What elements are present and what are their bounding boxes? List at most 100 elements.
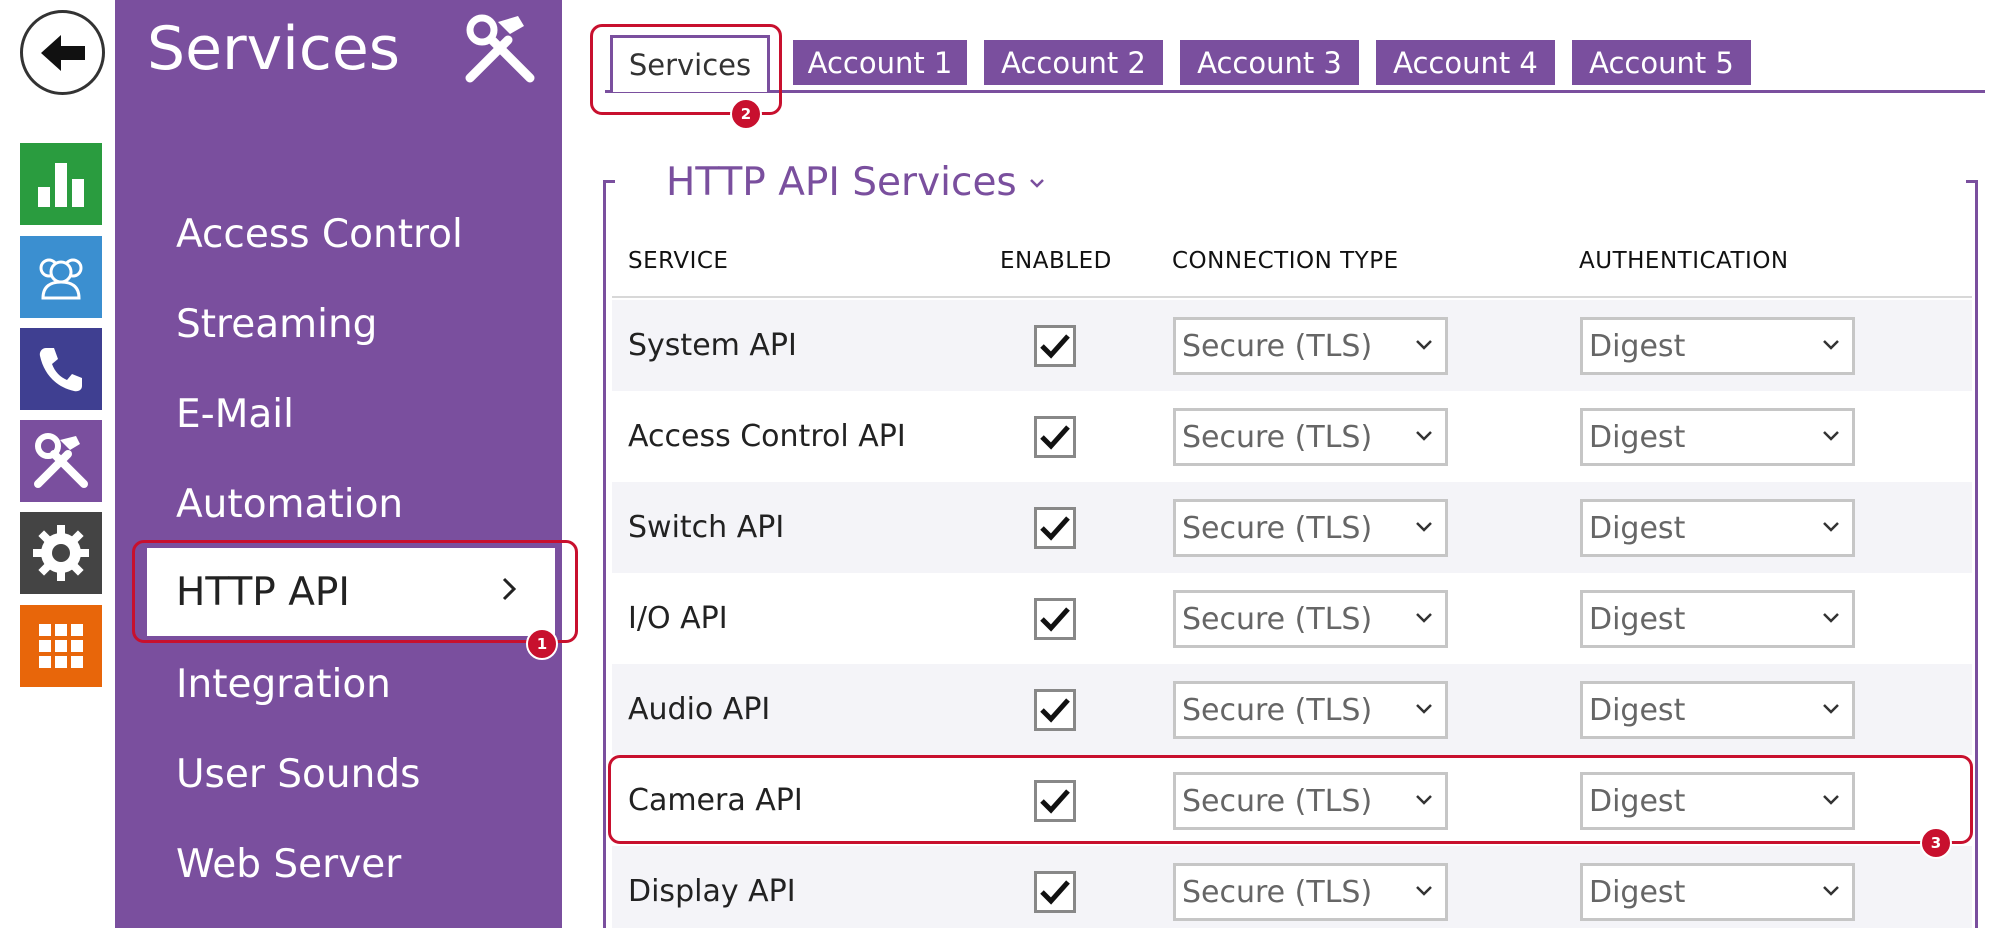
callout-highlight-1: [132, 540, 578, 643]
authentication-select[interactable]: Digest: [1580, 681, 1855, 739]
connection-type-select[interactable]: Secure (TLS): [1173, 681, 1448, 739]
checkmark-icon: [1040, 334, 1070, 359]
sidebar-item-label: E-Mail: [176, 391, 294, 437]
sidebar-title: Services: [147, 14, 401, 84]
sidebar-item-web-server[interactable]: Web Server: [115, 820, 562, 908]
select-value: Digest: [1589, 692, 1686, 728]
callout-badge-1: 1: [526, 628, 558, 660]
select-value: Digest: [1589, 601, 1686, 637]
chevron-down-icon: [1416, 431, 1432, 441]
back-button[interactable]: [20, 10, 105, 95]
checkmark-icon: [1040, 698, 1070, 723]
section-title-label: HTTP API Services: [666, 160, 1017, 205]
tab-account-5[interactable]: Account 5: [1572, 40, 1751, 85]
sidebar-item-label: Streaming: [176, 301, 378, 347]
table-header: SERVICE ENABLED CONNECTION TYPE AUTHENTI…: [612, 248, 1972, 298]
app-root: Services Access Control Streaming E-Mail…: [0, 0, 2000, 928]
table-row-audio-api: Audio API Secure (TLS) Digest: [612, 664, 1972, 755]
services-menu-button[interactable]: [20, 420, 102, 502]
enabled-checkbox[interactable]: [1034, 689, 1076, 731]
sidebar-item-streaming[interactable]: Streaming: [115, 280, 562, 368]
callout-highlight-3: [608, 755, 1973, 844]
checkmark-icon: [1040, 425, 1070, 450]
header-authentication: AUTHENTICATION: [1579, 248, 1789, 274]
connection-type-select[interactable]: Secure (TLS): [1173, 863, 1448, 921]
table-row-access-control-api: Access Control API Secure (TLS) Digest: [612, 391, 1972, 482]
authentication-select[interactable]: Digest: [1580, 408, 1855, 466]
back-arrow-icon: [40, 34, 85, 71]
panel-border-left: [603, 180, 606, 928]
select-value: Digest: [1589, 328, 1686, 364]
connection-type-select[interactable]: Secure (TLS): [1173, 408, 1448, 466]
header-connection-type: CONNECTION TYPE: [1172, 248, 1399, 274]
enabled-checkbox[interactable]: [1034, 325, 1076, 367]
service-name: I/O API: [628, 601, 728, 636]
apps-menu-button[interactable]: [20, 605, 102, 687]
connection-type-select[interactable]: Secure (TLS): [1173, 317, 1448, 375]
chevron-down-icon: [1823, 613, 1839, 623]
enabled-checkbox[interactable]: [1034, 507, 1076, 549]
chevron-down-icon: [1416, 704, 1432, 714]
service-name: Audio API: [628, 692, 771, 727]
authentication-select[interactable]: Digest: [1580, 317, 1855, 375]
sidebar-item-label: User Sounds: [176, 751, 421, 797]
grid-apps-icon: [39, 624, 83, 668]
tab-label: Account 5: [1589, 45, 1734, 80]
services-tools-icon: [34, 433, 88, 488]
authentication-select[interactable]: Digest: [1580, 863, 1855, 921]
directory-menu-button[interactable]: [20, 236, 102, 318]
authentication-select[interactable]: Digest: [1580, 499, 1855, 557]
tab-label: Account 3: [1197, 45, 1342, 80]
phone-menu-button[interactable]: [20, 328, 102, 410]
chevron-down-icon: [1416, 522, 1432, 532]
table-row-io-api: I/O API Secure (TLS) Digest: [612, 573, 1972, 664]
tabs-baseline: [605, 90, 1985, 93]
authentication-select[interactable]: Digest: [1580, 590, 1855, 648]
connection-type-select[interactable]: Secure (TLS): [1173, 590, 1448, 648]
chevron-down-icon: [1416, 340, 1432, 350]
settings-menu-button[interactable]: [20, 512, 102, 594]
phone-icon: [39, 348, 82, 392]
callout-badge-3: 3: [1920, 827, 1952, 859]
panel-corner-left: [603, 180, 615, 183]
service-name: Access Control API: [628, 419, 906, 454]
table-row-system-api: System API Secure (TLS) Digest: [612, 300, 1972, 391]
section-title[interactable]: HTTP API Services: [666, 160, 1045, 205]
tab-account-3[interactable]: Account 3: [1180, 40, 1359, 85]
chevron-down-icon: [1823, 704, 1839, 714]
sidebar-item-label: Automation: [176, 481, 404, 527]
service-name: Switch API: [628, 510, 785, 545]
select-value: Secure (TLS): [1182, 419, 1373, 455]
connection-type-select[interactable]: Secure (TLS): [1173, 499, 1448, 557]
icon-rail: [0, 0, 115, 928]
tab-account-2[interactable]: Account 2: [984, 40, 1163, 85]
tab-account-1[interactable]: Account 1: [793, 40, 967, 85]
callout-badge-2: 2: [730, 98, 762, 130]
sidebar-item-automation[interactable]: Automation: [115, 460, 562, 548]
service-name: System API: [628, 328, 797, 363]
sidebar-item-label: Web Server: [176, 841, 402, 887]
enabled-checkbox[interactable]: [1034, 598, 1076, 640]
sidebar-item-integration[interactable]: Integration: [115, 640, 562, 728]
sidebar-item-user-sounds[interactable]: User Sounds: [115, 730, 562, 818]
tab-label: Account 2: [1001, 45, 1146, 80]
select-value: Secure (TLS): [1182, 601, 1373, 637]
select-value: Secure (TLS): [1182, 874, 1373, 910]
tab-account-4[interactable]: Account 4: [1376, 40, 1555, 85]
chevron-down-icon: [1029, 178, 1044, 188]
select-value: Digest: [1589, 419, 1686, 455]
enabled-checkbox[interactable]: [1034, 416, 1076, 458]
sidebar-item-access-control[interactable]: Access Control: [115, 190, 562, 278]
sidebar-item-label: Access Control: [176, 211, 463, 257]
tools-icon: [460, 12, 540, 88]
select-value: Digest: [1589, 510, 1686, 546]
select-value: Secure (TLS): [1182, 328, 1373, 364]
status-menu-button[interactable]: [20, 143, 102, 225]
directory-users-icon: [39, 258, 83, 300]
sidebar-item-email[interactable]: E-Mail: [115, 370, 562, 458]
header-enabled: ENABLED: [1000, 248, 1112, 274]
enabled-checkbox[interactable]: [1034, 871, 1076, 913]
panel-corner-right: [1966, 180, 1978, 183]
chevron-down-icon: [1416, 613, 1432, 623]
chevron-down-icon: [1823, 522, 1839, 532]
